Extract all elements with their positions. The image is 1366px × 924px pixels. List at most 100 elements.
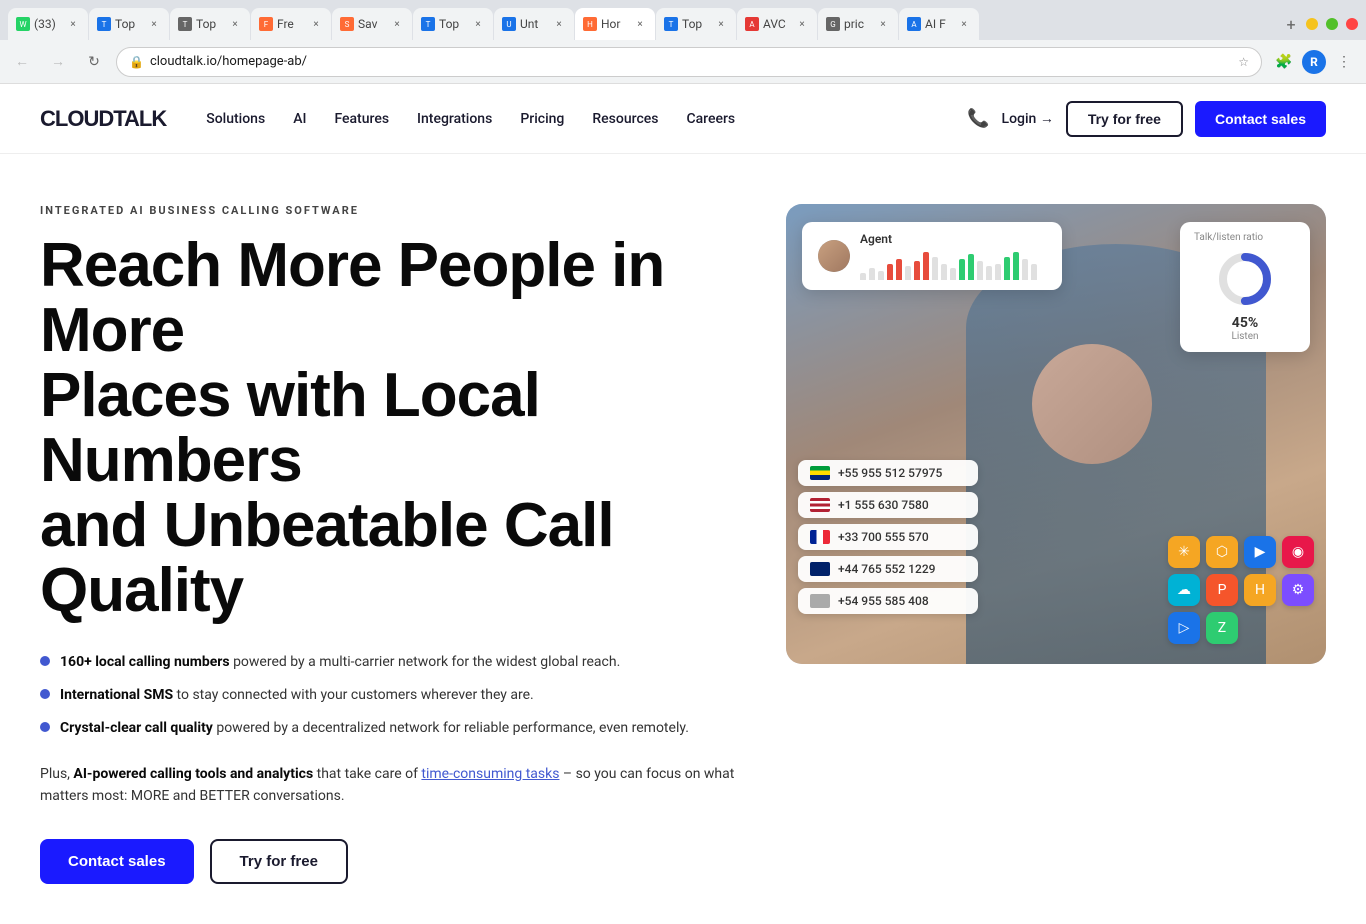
number-text-4: +54 955 585 408 <box>838 594 929 608</box>
browser-tab-tab-free[interactable]: F Fre × <box>251 8 331 40</box>
hero-extra-text: Plus, AI-powered calling tools and analy… <box>40 763 746 808</box>
bullet-call-quality: Crystal-clear call quality powered by a … <box>40 718 746 739</box>
tab-close[interactable]: × <box>633 17 647 31</box>
number-text-1: +1 555 630 7580 <box>838 498 929 512</box>
agent-chart <box>860 250 1037 280</box>
number-text-3: +44 765 552 1229 <box>838 562 935 576</box>
contact-sales-cta[interactable]: Contact sales <box>40 839 194 884</box>
agent-bar-16 <box>1004 257 1010 280</box>
tab-close[interactable]: × <box>147 17 161 31</box>
address-bar[interactable]: 🔒 cloudtalk.io/homepage-ab/ ☆ <box>116 47 1262 77</box>
menu-icon[interactable]: ⋮ <box>1330 48 1358 76</box>
logo[interactable]: CLOUDTALK <box>40 106 166 132</box>
tab-close[interactable]: × <box>876 17 890 31</box>
tab-close[interactable]: × <box>471 17 485 31</box>
new-tab-button[interactable]: + <box>1277 10 1305 38</box>
browser-tab-tab-unt[interactable]: U Unt × <box>494 8 574 40</box>
browser-tab-tab-top1[interactable]: T Top × <box>89 8 169 40</box>
bullet-text-1: 160+ local calling numbers powered by a … <box>60 652 620 673</box>
agent-bar-13 <box>977 261 983 280</box>
agent-bar-10 <box>950 268 956 280</box>
browser-tab-tab-top4[interactable]: T Top × <box>656 8 736 40</box>
hero-section: INTEGRATED AI BUSINESS CALLING SOFTWARE … <box>0 154 1366 924</box>
tab-close[interactable]: × <box>552 17 566 31</box>
agent-bar-5 <box>905 266 911 280</box>
talk-listen-overlay: Talk/listen ratio 45% Listen <box>1180 222 1310 352</box>
contact-sales-button[interactable]: Contact sales <box>1195 101 1326 137</box>
lock-icon: 🔒 <box>129 55 144 69</box>
browser-tab-tab-whatsapp[interactable]: W (33) × <box>8 8 88 40</box>
tab-close[interactable]: × <box>390 17 404 31</box>
talk-donut-chart <box>1215 249 1275 309</box>
login-button[interactable]: Login → <box>1002 110 1054 127</box>
nav-ai[interactable]: AI <box>293 111 306 127</box>
minimize-button[interactable] <box>1306 18 1318 30</box>
nav-integrations[interactable]: Integrations <box>417 111 492 127</box>
tab-close[interactable]: × <box>795 17 809 31</box>
agent-bar-0 <box>860 273 866 280</box>
nav-features[interactable]: Features <box>334 111 389 127</box>
maximize-button[interactable] <box>1326 18 1338 30</box>
try-free-cta[interactable]: Try for free <box>210 839 348 884</box>
toolbar-icons: 🧩 R ⋮ <box>1270 48 1358 76</box>
tab-bar: W (33) × T Top × T Top × F Fre × S Sav ×… <box>0 0 1366 40</box>
tab-close[interactable]: × <box>309 17 323 31</box>
hero-eyebrow: INTEGRATED AI BUSINESS CALLING SOFTWARE <box>40 204 746 217</box>
integration-icon-0: ✳ <box>1168 536 1200 568</box>
tab-title: Top <box>196 17 224 31</box>
phone-icon[interactable]: 📞 <box>967 108 989 129</box>
browser-tab-tab-sav[interactable]: S Sav × <box>332 8 412 40</box>
tab-close[interactable]: × <box>66 17 80 31</box>
nav-careers[interactable]: Careers <box>686 111 735 127</box>
tab-close[interactable]: × <box>228 17 242 31</box>
tab-close[interactable]: × <box>957 17 971 31</box>
reload-button[interactable]: ↻ <box>80 48 108 76</box>
browser-tab-tab-avc[interactable]: A AVC × <box>737 8 817 40</box>
integration-icon-2: ▶ <box>1244 536 1276 568</box>
talk-sublabel: Listen <box>1194 331 1296 342</box>
browser-tab-tab-top2[interactable]: T Top × <box>170 8 250 40</box>
agent-label: Agent <box>860 232 1037 246</box>
integration-icon-6: H <box>1244 574 1276 606</box>
try-free-button[interactable]: Try for free <box>1066 101 1183 137</box>
nav-resources[interactable]: Resources <box>592 111 658 127</box>
integration-icon-4: ☁ <box>1168 574 1200 606</box>
tab-favicon: U <box>502 17 516 31</box>
bullet-rest-1: powered by a multi-carrier network for t… <box>230 654 621 670</box>
bullet-bold-3: Crystal-clear call quality <box>60 720 213 736</box>
bullet-dot-3 <box>40 722 50 732</box>
number-flag-3 <box>810 562 830 576</box>
agent-bar-8 <box>932 257 938 280</box>
profile-avatar[interactable]: R <box>1302 50 1326 74</box>
integration-icon-5: P <box>1206 574 1238 606</box>
agent-bar-1 <box>869 268 875 280</box>
browser-tab-tab-ai[interactable]: A AI F × <box>899 8 979 40</box>
agent-info: Agent <box>860 232 1037 280</box>
nav-right: 📞 Login → Try for free Contact sales <box>967 101 1326 137</box>
browser-tab-tab-horn[interactable]: H Hor × <box>575 8 655 40</box>
number-flag-4 <box>810 594 830 608</box>
extensions-icon[interactable]: 🧩 <box>1270 48 1298 76</box>
agent-overlay-card: Agent <box>802 222 1062 290</box>
tab-close[interactable]: × <box>714 17 728 31</box>
tab-title: pric <box>844 17 872 31</box>
agent-bar-12 <box>968 254 974 280</box>
close-button[interactable] <box>1346 18 1358 30</box>
forward-button[interactable]: → <box>44 48 72 76</box>
tab-favicon: A <box>745 17 759 31</box>
browser-tab-tab-top3[interactable]: T Top × <box>413 8 493 40</box>
browser-tab-tab-pric[interactable]: G pric × <box>818 8 898 40</box>
number-flag-2 <box>810 530 830 544</box>
star-icon[interactable]: ☆ <box>1238 55 1249 69</box>
hero-title-line3: and Unbeatable Call Quality <box>40 491 614 625</box>
nav-solutions[interactable]: Solutions <box>206 111 265 127</box>
bullet-text-3: Crystal-clear call quality powered by a … <box>60 718 689 739</box>
hero-right: Agent Talk/listen ratio <box>786 204 1326 664</box>
browser-window: W (33) × T Top × T Top × F Fre × S Sav ×… <box>0 0 1366 924</box>
back-button[interactable]: ← <box>8 48 36 76</box>
agent-bar-3 <box>887 264 893 280</box>
tab-favicon: S <box>340 17 354 31</box>
nav-pricing[interactable]: Pricing <box>520 111 564 127</box>
integrations-overlay: ✳⬡▶◉☁PH⚙▷Z <box>1168 536 1314 644</box>
tab-title: Sav <box>358 17 386 31</box>
